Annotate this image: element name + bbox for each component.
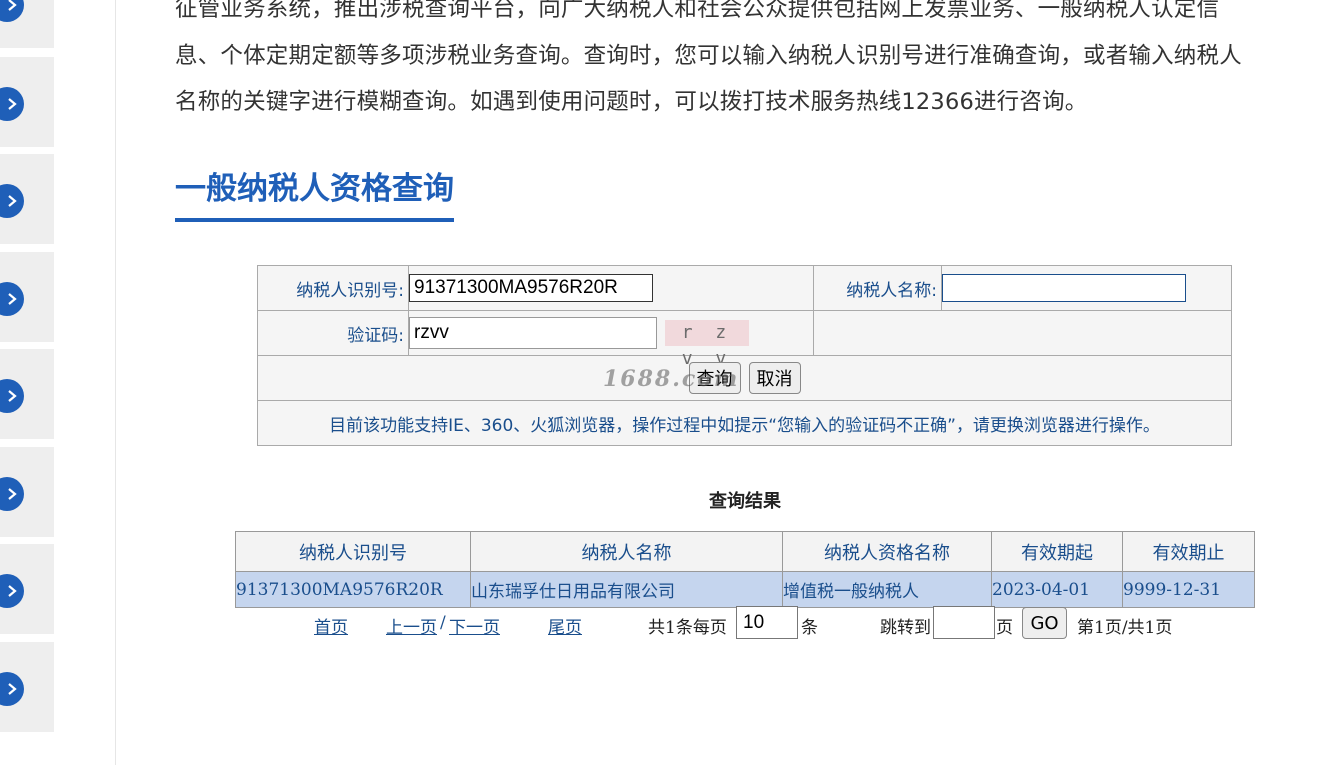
cancel-button[interactable]: 取消 — [748, 362, 801, 394]
pager-separator: / — [440, 613, 446, 633]
captcha-label: 验证码: — [257, 310, 409, 356]
last-page-link[interactable]: 尾页 — [548, 613, 582, 638]
jump-label: 跳转到 — [880, 618, 931, 638]
column-header: 有效期起 — [991, 531, 1123, 572]
button-row: 1688.com 查询 取消 — [257, 355, 1232, 401]
page-size-input[interactable] — [736, 606, 798, 639]
jump-page-input[interactable] — [933, 606, 995, 639]
taxpayer-name-label: 纳税人名称: — [813, 265, 942, 311]
browser-notice: 目前该功能支持IE、360、火狐浏览器，操作过程中如提示“您输入的验证码不正确”… — [257, 400, 1232, 446]
taxpayer-name-cell — [941, 265, 1232, 311]
table-row[interactable]: 91371300MA9576R20R 山东瑞孚仕日用品有限公司 增值税一般纳税人… — [235, 571, 1255, 608]
pager: 首页 上一页 / 下一页 尾页 共1条每页 条 跳转到 页 GO 第1页/共1页 — [0, 606, 1344, 640]
captcha-image[interactable]: r z v v — [665, 320, 749, 369]
chevron-right-icon[interactable] — [0, 672, 24, 706]
prev-page-link[interactable]: 上一页 — [386, 613, 437, 638]
sidebar-item[interactable] — [0, 154, 54, 244]
sidebar-item[interactable] — [0, 57, 54, 147]
sidebar-item[interactable] — [0, 642, 54, 732]
taxpayer-id-input[interactable] — [409, 274, 653, 302]
column-header: 纳税人识别号 — [235, 531, 471, 572]
taxpayer-name-input[interactable] — [942, 274, 1186, 302]
taxpayer-id-cell — [408, 265, 814, 311]
cell-taxpayer-name: 山东瑞孚仕日用品有限公司 — [470, 571, 783, 608]
taxpayer-id-label: 纳税人识别号: — [257, 265, 409, 311]
chevron-right-icon[interactable] — [0, 574, 24, 608]
section-title: 一般纳税人资格查询 — [175, 163, 454, 222]
results-title: 查询结果 — [709, 491, 781, 512]
cell-valid-from: 2023-04-01 — [991, 571, 1123, 608]
empty-cell — [813, 310, 1232, 356]
chevron-right-icon[interactable] — [0, 0, 24, 22]
results-table: 纳税人识别号 纳税人名称 纳税人资格名称 有效期起 有效期止 91371300M… — [235, 531, 1255, 608]
captcha-cell: r z v v — [408, 310, 814, 369]
unit-text: 条 — [801, 618, 818, 638]
sidebar-item[interactable] — [0, 252, 54, 342]
query-button[interactable]: 查询 — [688, 362, 741, 394]
intro-paragraph: 征管业务系统，推出涉税查询平台，向广大纳税人和社会公众提供包括网上发票业务、一般… — [175, 0, 1315, 126]
sidebar-item[interactable] — [0, 349, 54, 439]
cell-taxpayer-id: 91371300MA9576R20R — [235, 571, 471, 608]
cell-valid-to: 9999-12-31 — [1122, 571, 1255, 608]
column-header: 有效期止 — [1122, 531, 1255, 572]
column-header: 纳税人名称 — [470, 531, 783, 572]
first-page-link[interactable]: 首页 — [314, 613, 348, 638]
page-unit-text: 页 — [996, 618, 1013, 638]
next-page-link[interactable]: 下一页 — [449, 613, 500, 638]
captcha-input[interactable] — [409, 317, 657, 349]
page-status: 第1页/共1页 — [1077, 618, 1173, 638]
cell-qualification: 增值税一般纳税人 — [782, 571, 992, 608]
intro-line: 名称的关键字进行模糊查询。如遇到使用问题时，可以拨打技术服务热线12366进行咨… — [175, 89, 1088, 115]
table-header-row: 纳税人识别号 纳税人名称 纳税人资格名称 有效期起 有效期止 — [235, 531, 1255, 572]
total-count-text: 共1条每页 — [648, 618, 727, 638]
chevron-right-icon[interactable] — [0, 184, 24, 218]
chevron-right-icon[interactable] — [0, 282, 24, 316]
intro-line: 息、个体定期定额等多项涉税业务查询。查询时，您可以输入纳税人识别号进行准确查询，… — [175, 42, 1242, 69]
query-form: 纳税人识别号: 纳税人名称: 验证码: r z v v 1688.com 查询取… — [257, 265, 1232, 446]
chevron-right-icon[interactable] — [0, 87, 24, 121]
column-header: 纳税人资格名称 — [782, 531, 992, 572]
intro-line: 征管业务系统，推出涉税查询平台，向广大纳税人和社会公众提供包括网上发票业务、一般… — [175, 0, 1220, 22]
chevron-right-icon[interactable] — [0, 379, 24, 413]
left-sidebar — [0, 0, 116, 765]
go-button[interactable]: GO — [1022, 607, 1067, 639]
sidebar-item[interactable] — [0, 0, 54, 48]
